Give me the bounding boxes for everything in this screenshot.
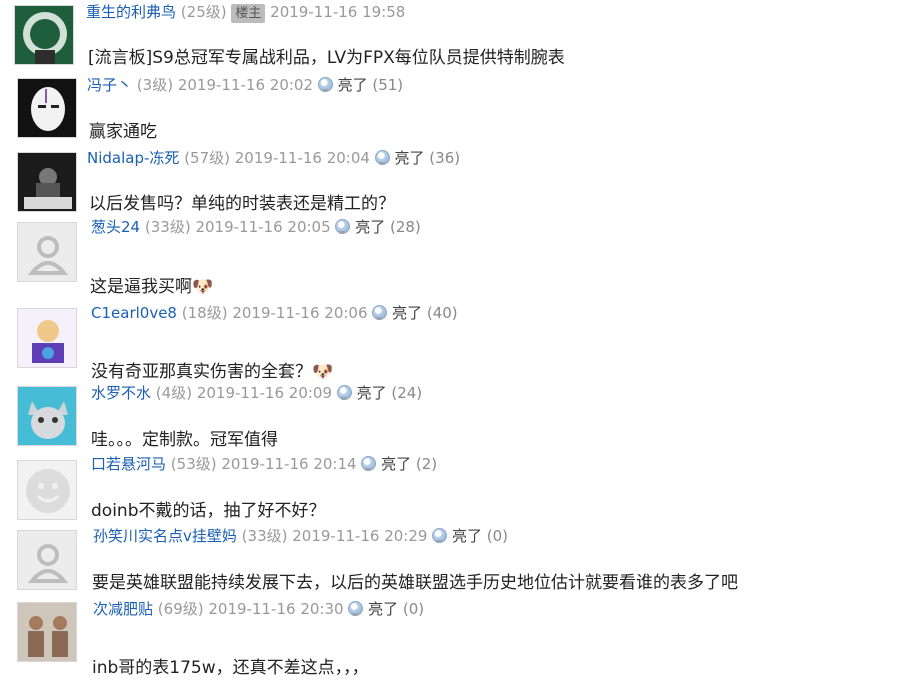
avatar[interactable]: [17, 308, 77, 368]
post-time: 2019-11-16 20:02: [177, 76, 313, 94]
default-user-icon: [18, 531, 76, 589]
like-count: (36): [429, 149, 461, 167]
post-time: 2019-11-16 20:05: [195, 218, 331, 236]
avatar[interactable]: [17, 222, 77, 282]
user-level: (4级): [155, 384, 193, 402]
default-user-icon: [18, 223, 76, 281]
post-content: 要是英雄联盟能持续发展下去，以后的英雄联盟选手历史地位估计就要看谁的表多了吧: [92, 573, 738, 593]
like-label: 亮了: [394, 149, 425, 167]
like-count: (0): [402, 600, 425, 618]
post-content: 赢家通吃: [89, 122, 157, 142]
post-time: 2019-11-16 20:09: [196, 384, 332, 402]
username[interactable]: Nidalap-冻死: [87, 149, 179, 167]
user-level: (69级): [157, 600, 204, 618]
username[interactable]: 次减肥贴: [93, 600, 153, 618]
like-button[interactable]: 亮了 (51): [317, 76, 404, 94]
post-time: 2019-11-16 20:30: [208, 600, 344, 618]
username[interactable]: 水罗不水: [91, 384, 151, 402]
starbucks-avatar-icon: [15, 6, 73, 64]
like-button[interactable]: 亮了 (40): [372, 304, 458, 322]
user-level: (57级): [184, 149, 230, 167]
avatar[interactable]: [14, 5, 74, 65]
like-count: (40): [426, 304, 458, 322]
username[interactable]: C1earl0ve8: [91, 304, 177, 322]
user-level: (18级): [181, 304, 228, 322]
username[interactable]: 口若悬河马: [91, 455, 166, 473]
user-level: (33级): [241, 527, 288, 545]
smiley-avatar-icon: [18, 461, 76, 519]
post-time: 2019-11-16 20:14: [221, 455, 357, 473]
op-badge: 楼主: [231, 4, 266, 23]
avatar[interactable]: [17, 78, 77, 138]
mask-avatar-icon: [18, 79, 76, 137]
user-level: (25级): [180, 3, 227, 21]
like-count: (0): [486, 527, 509, 545]
username[interactable]: 孙笑川实名点v挂壁妈: [93, 527, 237, 545]
user-level: (53级): [170, 455, 217, 473]
bulb-icon: [317, 77, 333, 92]
post-content: doinb不戴的话，抽了好不好？: [91, 501, 326, 521]
group-photo-avatar-icon: [18, 603, 76, 661]
bulb-icon: [372, 305, 388, 320]
post-content: [流言板]S9总冠军专属战利品，LV为FPX每位队员提供特制腕表: [88, 48, 565, 68]
username[interactable]: 重生的利弗鸟: [86, 3, 176, 21]
like-button[interactable]: 亮了 (28): [335, 218, 421, 236]
like-label: 亮了: [381, 455, 412, 473]
like-count: (51): [372, 76, 404, 94]
username[interactable]: 葱头24: [91, 218, 140, 236]
username[interactable]: 冯子丶: [87, 76, 132, 94]
post-content: 以后发售吗？单纯的时装表还是精工的？: [89, 194, 395, 214]
bulb-icon: [335, 219, 351, 234]
bulb-icon: [374, 150, 390, 165]
post-time: 2019-11-16 20:06: [232, 304, 368, 322]
avatar[interactable]: [17, 602, 77, 662]
bulb-icon: [432, 528, 448, 543]
like-label: 亮了: [451, 527, 482, 545]
like-count: (28): [389, 218, 421, 236]
cartoon-avatar-icon: [18, 309, 76, 367]
bulb-icon: [336, 385, 352, 400]
like-count: (2): [415, 455, 438, 473]
like-label: 亮了: [356, 384, 387, 402]
post-content: inb哥的表175w，还真不差这点，，，: [92, 658, 369, 678]
post-content: 哇。。。定制款。冠军值得: [91, 430, 278, 450]
avatar[interactable]: [17, 530, 77, 590]
like-button[interactable]: 亮了 (36): [374, 149, 461, 167]
like-label: 亮了: [355, 218, 386, 236]
like-button[interactable]: 亮了 (24): [336, 384, 423, 402]
post-time: 2019-11-16 19:58: [270, 3, 406, 21]
like-button[interactable]: 亮了 (0): [432, 527, 508, 545]
like-button[interactable]: 亮了 (2): [361, 455, 437, 473]
post-time: 2019-11-16 20:04: [234, 149, 370, 167]
like-button[interactable]: 亮了 (0): [348, 600, 424, 618]
avatar[interactable]: [17, 152, 77, 212]
like-label: 亮了: [337, 76, 368, 94]
post-content: 没有奇亚那真实伤害的全套？🐶: [91, 362, 334, 382]
post-time: 2019-11-16 20:29: [292, 527, 428, 545]
like-label: 亮了: [392, 304, 423, 322]
like-label: 亮了: [368, 600, 399, 618]
bulb-icon: [348, 601, 364, 616]
like-count: (24): [391, 384, 423, 402]
avatar[interactable]: [17, 460, 77, 520]
avatar[interactable]: [17, 386, 77, 446]
cat-avatar-icon: [18, 387, 76, 445]
user-level: (3级): [136, 76, 174, 94]
bulb-icon: [361, 456, 377, 471]
post-content: 这是逼我买啊🐶: [90, 277, 214, 297]
timmy-avatar-icon: [18, 153, 76, 211]
user-level: (33级): [144, 218, 191, 236]
